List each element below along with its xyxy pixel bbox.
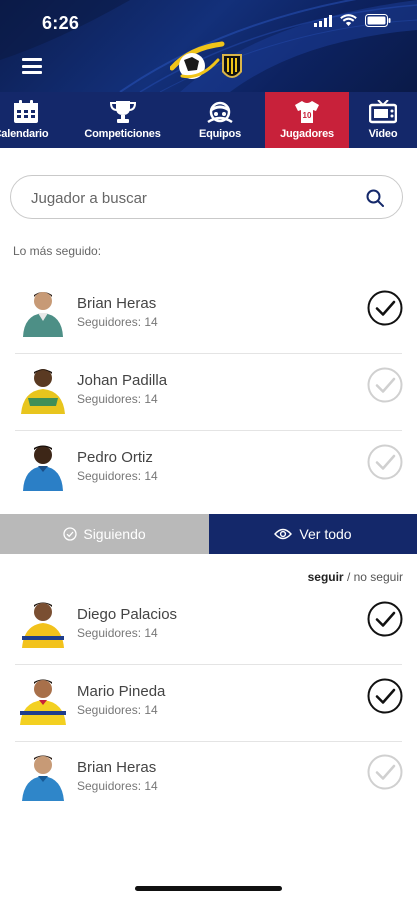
list-item[interactable]: Mario Pineda Seguidores: 14: [0, 665, 417, 742]
hamburger-menu-icon[interactable]: [22, 58, 42, 74]
battery-icon: [365, 14, 391, 27]
view-all-label: Ver todo: [299, 526, 352, 542]
search-icon[interactable]: [366, 189, 384, 207]
eye-icon: [274, 528, 293, 540]
list-item[interactable]: Johan Padilla Seguidores: 14: [0, 354, 417, 431]
follow-check-icon[interactable]: [367, 678, 403, 714]
view-all-button[interactable]: Ver todo: [209, 514, 417, 554]
home-indicator: [135, 886, 282, 891]
player-followers: Seguidores: 14: [77, 703, 158, 717]
check-circle-icon: [63, 527, 78, 541]
follow-check-icon[interactable]: [367, 444, 403, 480]
follow-check-icon[interactable]: [367, 290, 403, 326]
tab-label: Equipos: [199, 128, 241, 140]
jersey-icon: 10: [295, 101, 319, 123]
tv-icon: [369, 100, 397, 124]
follow-check-icon[interactable]: [367, 754, 403, 790]
follow-filter-separator: /: [343, 570, 354, 584]
app-header: 6:26: [0, 0, 417, 92]
list-item[interactable]: Diego Palacios Seguidores: 14: [0, 588, 417, 665]
follow-filter-off[interactable]: no seguir: [354, 570, 403, 584]
tab-jugadores[interactable]: 10 Jugadores: [265, 92, 349, 148]
follow-filter: seguir / no seguir: [308, 570, 403, 584]
player-avatar: [22, 602, 64, 648]
player-search-box: [10, 175, 403, 219]
following-toggle-button[interactable]: Siguiendo: [0, 514, 209, 554]
tab-label: Video: [368, 128, 398, 140]
player-name: Brian Heras: [77, 295, 157, 312]
wifi-icon: [340, 14, 357, 26]
player-followers: Seguidores: 14: [77, 315, 158, 329]
signal-icon: [314, 14, 332, 27]
player-avatar: [23, 292, 63, 337]
calendar-icon: [14, 100, 38, 123]
following-toggle-label: Siguiendo: [83, 526, 146, 542]
list-item[interactable]: Brian Heras Seguidores: 14: [0, 741, 417, 818]
player-avatar: [23, 445, 63, 491]
player-followers: Seguidores: 14: [77, 779, 158, 793]
svg-text:10: 10: [303, 111, 312, 120]
player-name: Johan Padilla: [77, 372, 168, 389]
team-icon: [207, 101, 233, 124]
tab-label: Competiciones: [84, 128, 161, 140]
player-avatar: [21, 369, 65, 414]
tab-label: Jugadores: [280, 128, 334, 140]
app-logo: [170, 41, 242, 79]
status-time: 6:26: [42, 13, 80, 33]
player-avatar: [20, 679, 66, 725]
list-item[interactable]: Brian Heras Seguidores: 14: [0, 277, 417, 354]
player-followers: Seguidores: 14: [77, 469, 158, 483]
player-followers: Seguidores: 14: [77, 626, 158, 640]
player-avatar: [22, 755, 64, 801]
search-input[interactable]: [31, 186, 351, 210]
player-followers: Seguidores: 14: [77, 392, 158, 406]
player-name: Pedro Ortiz: [77, 449, 153, 466]
player-name: Diego Palacios: [77, 606, 178, 623]
tab-calendario[interactable]: Calendario: [0, 92, 70, 148]
status-icons: [314, 14, 391, 27]
tab-equipos[interactable]: Equipos: [175, 92, 265, 148]
tab-label: Calendario: [0, 128, 49, 140]
follow-check-icon[interactable]: [367, 601, 403, 637]
tab-competiciones[interactable]: Competiciones: [70, 92, 175, 148]
player-name: Mario Pineda: [77, 683, 166, 700]
section-label-most-followed: Lo más seguido:: [13, 244, 102, 258]
list-item[interactable]: Pedro Ortiz Seguidores: 14: [0, 431, 417, 508]
player-name: Brian Heras: [77, 759, 157, 776]
follow-check-icon[interactable]: [367, 367, 403, 403]
tab-video[interactable]: Video: [349, 92, 417, 148]
follow-filter-on[interactable]: seguir: [308, 570, 344, 584]
view-toggle-bar: Siguiendo Ver todo: [0, 514, 417, 554]
trophy-icon: [109, 101, 136, 123]
main-tab-bar: Calendario Competiciones Equipos 10 Juga…: [0, 92, 417, 148]
